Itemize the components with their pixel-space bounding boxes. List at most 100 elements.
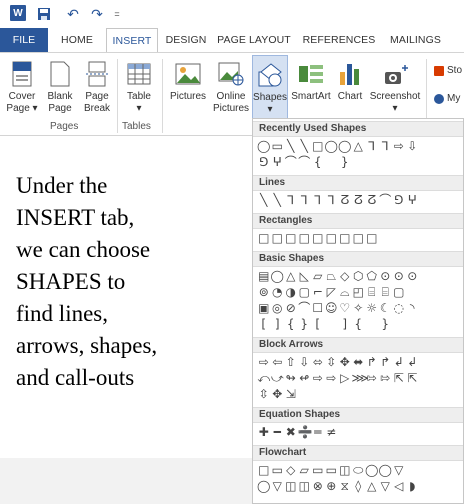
shape-option[interactable]: ▱ — [311, 269, 325, 283]
shape-option[interactable]: ⇨ — [311, 371, 325, 385]
shape-option[interactable]: ◑ — [284, 285, 298, 299]
shape-option[interactable]: ⌸ — [365, 285, 379, 299]
shape-option[interactable]: ☺ — [325, 301, 339, 315]
shape-option[interactable]: ⇳ — [257, 387, 271, 401]
tab-file[interactable]: FILE — [0, 28, 48, 52]
shape-option[interactable]: ⇩ — [298, 355, 312, 369]
shape-option[interactable]: ◇ — [338, 269, 352, 283]
shape-option[interactable]: { — [311, 155, 325, 169]
shapes-button[interactable]: Shapes ▾ — [252, 55, 288, 121]
shape-option[interactable]: ◊ — [352, 479, 366, 493]
shape-option[interactable]: ╲ — [271, 193, 285, 207]
shape-option[interactable]: ⏢ — [325, 269, 339, 283]
shape-row[interactable]: ⅁ ⵖ ⌒ ⌒{ } — [257, 155, 352, 169]
shape-option[interactable]: □ — [325, 231, 339, 245]
shape-option[interactable]: ▭ — [325, 463, 339, 477]
shape-option[interactable]: ⅁ — [257, 155, 271, 169]
shape-option[interactable]: ⅂ — [298, 193, 312, 207]
table-button[interactable]: Table ▾ — [122, 59, 156, 115]
shape-option[interactable]: ⤻ — [271, 371, 285, 385]
shape-option[interactable]: ▭ — [271, 463, 285, 477]
shape-option[interactable]: △ — [365, 479, 379, 493]
shape-option[interactable]: ⵒ — [365, 193, 379, 207]
shape-option[interactable]: ⇰ — [379, 371, 393, 385]
shape-option[interactable]: ⬌ — [352, 355, 366, 369]
shape-option[interactable]: } — [298, 317, 312, 331]
undo-icon[interactable]: ↶ — [62, 5, 84, 23]
shape-option[interactable]: □ — [257, 463, 271, 477]
shape-option[interactable]: ✥ — [338, 355, 352, 369]
shape-option[interactable]: ⇱ — [392, 371, 406, 385]
shape-option[interactable]: ▽ — [392, 463, 406, 477]
shape-row[interactable]: ⇨ ⇦ ⇧ ⇩ ⬄ ⇳ ✥ ⬌ ↱ ↱ ↲ ↲ — [257, 355, 419, 369]
shape-row[interactable]: □ □ □ □ □ □ □ □ □ — [257, 231, 379, 245]
shape-option[interactable]: ⌓ — [338, 285, 352, 299]
shape-option[interactable]: ✖ — [284, 425, 298, 439]
shape-option[interactable]: □ — [284, 231, 298, 245]
shape-option[interactable]: ↱ — [379, 355, 393, 369]
shape-option[interactable]: ✥ — [271, 387, 285, 401]
shape-option[interactable]: ◯ — [257, 139, 271, 153]
tab-mailings[interactable]: MAILINGS — [384, 28, 464, 52]
shape-option[interactable]: ⬠ — [365, 269, 379, 283]
shape-option[interactable]: ⇲ — [284, 387, 298, 401]
shape-option[interactable]: ⅂ — [379, 139, 393, 153]
shape-row[interactable]: ✚ ━ ✖ ➗ ═ ≠ — [257, 425, 338, 439]
customize-qat-icon[interactable]: = — [112, 5, 122, 23]
shape-option[interactable]: ☐ — [311, 301, 325, 315]
shape-option[interactable]: ◯ — [338, 139, 352, 153]
shape-option[interactable]: ▽ — [379, 479, 393, 493]
shape-option[interactable]: ⇱ — [406, 371, 420, 385]
tab-home[interactable]: HOME — [48, 28, 106, 52]
shape-option[interactable]: ⌒ — [379, 193, 393, 207]
shape-option[interactable]: ⊚ — [257, 285, 271, 299]
chart-button[interactable]: Chart — [334, 59, 366, 103]
page-break-button[interactable]: Page Break — [80, 59, 114, 115]
shape-option[interactable]: ◯ — [325, 139, 339, 153]
shape-option[interactable]: ≠ — [325, 425, 339, 439]
shape-option[interactable]: ━ — [271, 425, 285, 439]
shape-option[interactable]: ⊙ — [406, 269, 420, 283]
shape-option[interactable]: ⇧ — [284, 355, 298, 369]
shape-option[interactable]: ⧖ — [338, 479, 352, 493]
shape-option[interactable]: ⅂ — [311, 193, 325, 207]
shape-option[interactable]: ⌐ — [311, 285, 325, 299]
shape-option[interactable]: □ — [271, 231, 285, 245]
shape-option[interactable]: ◔ — [271, 285, 285, 299]
shape-option[interactable]: ⇰ — [365, 371, 379, 385]
tab-design[interactable]: DESIGN — [158, 28, 214, 52]
shape-row[interactable]: ▣ ◎ ⊘ ⌒ ☐ ☺ ♡ ✧ ☼ ☾ ◌ ◝ — [257, 301, 419, 315]
shape-option[interactable]: ╲ — [257, 193, 271, 207]
smartart-button[interactable]: SmartArt — [290, 59, 332, 103]
shape-row[interactable]: ╲ ╲ ⅂ ⅂ ⅂ ⅂ ⵒ ⵒ ⵒ ⌒ ⅁ ⵖ — [257, 193, 419, 207]
shape-row[interactable]: ⊚ ◔ ◑ ▢ ⌐ ◸ ⌓ ◰ ⌸ ⌸ ▢ — [257, 285, 406, 299]
shape-option[interactable]: ⅂ — [325, 193, 339, 207]
shape-option[interactable]: ☼ — [365, 301, 379, 315]
shape-option[interactable]: ⊙ — [392, 269, 406, 283]
shape-option[interactable]: ↬ — [284, 371, 298, 385]
shape-option[interactable]: ] — [271, 317, 285, 331]
shape-option[interactable]: ◝ — [406, 301, 420, 315]
my-apps-button[interactable]: My — [434, 93, 460, 104]
blank-page-button[interactable]: Blank Page — [44, 59, 76, 115]
shape-option[interactable]: ▣ — [257, 301, 271, 315]
shape-option[interactable]: ◌ — [392, 301, 406, 315]
shape-option[interactable]: ✚ — [257, 425, 271, 439]
shape-option[interactable]: ⌒ — [284, 155, 298, 169]
shape-option[interactable]: ◁ — [392, 479, 406, 493]
shape-option[interactable]: ◯ — [271, 269, 285, 283]
shape-option[interactable]: ] — [338, 317, 352, 331]
shape-option[interactable]: ↲ — [392, 355, 406, 369]
shape-option[interactable]: □ — [298, 231, 312, 245]
shape-option[interactable]: ⋙ — [352, 371, 369, 385]
shape-option[interactable]: ◫ — [338, 463, 352, 477]
shape-option[interactable]: ⵖ — [406, 193, 420, 207]
shape-option[interactable]: ◯ — [379, 463, 393, 477]
shape-option[interactable]: ⇨ — [392, 139, 406, 153]
shape-option[interactable]: [ — [311, 317, 325, 331]
shape-option[interactable]: ⵖ — [271, 155, 285, 169]
redo-icon[interactable]: ↷ — [90, 5, 104, 23]
shape-row[interactable]: ⤺ ⤻ ↬ ↫ ⇨ ⇨ ▷ ⋙ ⇰ ⇰ ⇱ ⇱ — [257, 371, 419, 385]
shape-option[interactable]: ⵒ — [338, 193, 352, 207]
shape-option[interactable]: ⬄ — [311, 355, 325, 369]
